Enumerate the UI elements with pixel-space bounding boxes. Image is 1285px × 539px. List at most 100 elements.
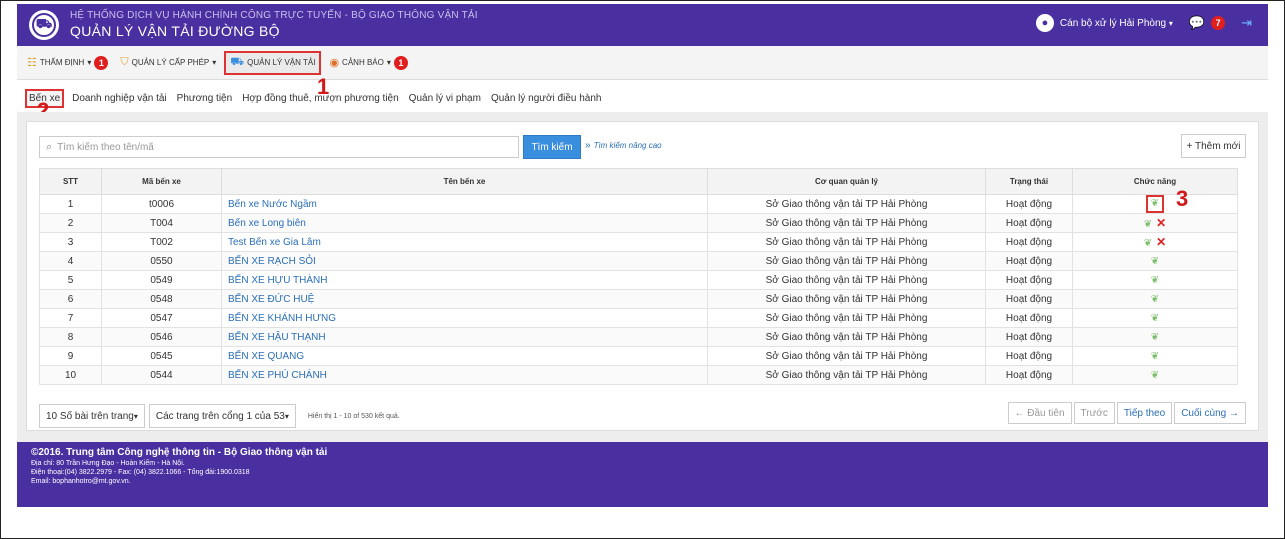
- cell-stt: 4: [39, 251, 102, 271]
- nav-quan-ly-van-tai[interactable]: ⛟ QUẢN LÝ VẬN TẢI: [224, 50, 322, 75]
- cell-stt: 6: [39, 289, 102, 309]
- cell-actions: ❦: [1072, 194, 1238, 214]
- cell-code: T004: [101, 213, 222, 233]
- subnav-vi-pham[interactable]: Quản lý vi phạm: [407, 91, 483, 106]
- bus-station-table: STT Mã bến xe Tên bến xe Cơ quan quản lý…: [39, 168, 1238, 385]
- nav-tham-dinh[interactable]: ☷ THẨM ĐỊNH ▾ 1: [23, 51, 112, 75]
- col-header-status[interactable]: Trạng thái: [985, 168, 1073, 195]
- cell-agency: Sở Giao thông vận tải TP Hải Phòng: [707, 289, 986, 309]
- first-page-button[interactable]: ← Đầu tiên: [1007, 402, 1072, 424]
- footer-address: Địa chỉ: 80 Trần Hưng Đạo - Hoàn Kiếm - …: [31, 460, 185, 467]
- cell-code: t0006: [101, 194, 222, 214]
- nav-badge: 1: [393, 55, 408, 70]
- edit-icon[interactable]: ❦: [1151, 197, 1159, 211]
- pagination-nav: ← Đầu tiên Trước Tiếp theo Cuối cùng →: [1006, 402, 1246, 424]
- cell-agency: Sở Giao thông vận tải TP Hải Phòng: [707, 327, 986, 347]
- table-row: 10 0544 BẾN XE PHÚ CHÁNH Sở Giao thông v…: [39, 365, 1238, 385]
- user-avatar-icon: ●: [1035, 14, 1054, 32]
- delete-icon[interactable]: ✕: [1156, 216, 1166, 230]
- cell-stt: 8: [39, 327, 102, 347]
- table-row: 1 t0006 Bến xe Nước Ngầm Sở Giao thông v…: [39, 194, 1238, 214]
- cell-name-link[interactable]: Test Bến xe Gia Lâm: [221, 232, 708, 252]
- cell-name-link[interactable]: BẾN XE PHÚ CHÁNH: [221, 365, 708, 385]
- app-page: ⛟ HỆ THỐNG DỊCH VỤ HÀNH CHÍNH CÔNG TRỰC …: [17, 4, 1268, 507]
- cell-actions: ❦: [1072, 251, 1238, 271]
- col-header-name[interactable]: Tên bến xe: [221, 168, 708, 195]
- ministry-logo[interactable]: ⛟: [29, 10, 59, 40]
- prev-page-button[interactable]: Trước: [1073, 402, 1115, 424]
- page-number-select[interactable]: Các trang trên cổng 1 của 53 ▾: [148, 404, 296, 428]
- cell-name-link[interactable]: BẾN XE QUANG: [221, 346, 708, 366]
- col-header-agency[interactable]: Cơ quan quản lý: [707, 168, 986, 195]
- footer-email[interactable]: Email: bophanhotro@mt.gov.vn.: [31, 478, 1268, 485]
- chevron-down-icon: ▾: [386, 58, 391, 67]
- cell-actions: ❦: [1072, 346, 1238, 366]
- cell-code: 0545: [101, 346, 222, 366]
- edit-icon[interactable]: ❦: [1151, 370, 1159, 381]
- advanced-search-link[interactable]: » Tìm kiếm nâng cao: [585, 140, 662, 151]
- subnav-phuong-tien[interactable]: Phương tiện: [175, 91, 235, 106]
- edit-icon[interactable]: ❦: [1144, 238, 1152, 249]
- subnav-nguoi-dieu-hanh[interactable]: Quản lý người điều hành: [489, 91, 604, 106]
- cell-stt: 5: [39, 270, 102, 290]
- search-button[interactable]: Tìm kiếm: [523, 135, 581, 159]
- last-page-button[interactable]: Cuối cùng →: [1174, 402, 1246, 424]
- nav-badge: 1: [94, 55, 109, 70]
- edit-icon[interactable]: ❦: [1151, 351, 1159, 362]
- table-row: 6 0548 BẾN XE ĐỨC HUỆ Sở Giao thông vận …: [39, 289, 1238, 309]
- cell-agency: Sở Giao thông vận tải TP Hải Phòng: [707, 232, 986, 252]
- page-size-select[interactable]: 10 Số bài trên trang ▾: [39, 404, 145, 428]
- nav-quan-ly-cap-phep[interactable]: ⛉ QUẢN LÝ CẤP PHÉP ▾: [116, 51, 220, 75]
- cell-name-link[interactable]: BẾN XE ĐỨC HUỆ: [221, 289, 708, 309]
- cell-agency: Sở Giao thông vận tải TP Hải Phòng: [707, 270, 986, 290]
- cell-stt: 1: [39, 194, 102, 214]
- table-header-row: STT Mã bến xe Tên bến xe Cơ quan quản lý…: [39, 168, 1238, 195]
- sub-nav: Bến xe Doanh nghiệp vận tải Phương tiện …: [17, 87, 1268, 109]
- table-row: 2 T004 Bến xe Long biên Sở Giao thông vậ…: [39, 213, 1238, 233]
- cell-status: Hoạt động: [985, 251, 1073, 271]
- edit-icon[interactable]: ❦: [1151, 332, 1159, 343]
- edit-icon[interactable]: ❦: [1151, 275, 1159, 286]
- edit-icon[interactable]: ❦: [1144, 219, 1152, 230]
- delete-icon[interactable]: ✕: [1156, 235, 1166, 249]
- cell-actions: ❦: [1072, 327, 1238, 347]
- cell-code: 0546: [101, 327, 222, 347]
- cell-name-link[interactable]: BẾN XE HẬU THẠNH: [221, 327, 708, 347]
- next-page-button[interactable]: Tiếp theo: [1116, 402, 1173, 424]
- cell-code: 0548: [101, 289, 222, 309]
- cell-name-link[interactable]: BẾN XE HỰU THÀNH: [221, 270, 708, 290]
- subnav-doanh-nghiep[interactable]: Doanh nghiệp vận tải: [70, 91, 169, 106]
- chevron-down-icon: ▾: [212, 58, 217, 67]
- cell-code: 0547: [101, 308, 222, 328]
- edit-icon[interactable]: ❦: [1151, 256, 1159, 267]
- cell-agency: Sở Giao thông vận tải TP Hải Phòng: [707, 308, 986, 328]
- cell-status: Hoạt động: [985, 194, 1073, 214]
- main-nav: ☷ THẨM ĐỊNH ▾ 1 ⛉ QUẢN LÝ CẤP PHÉP ▾ ⛟ Q…: [17, 46, 1268, 80]
- cell-status: Hoạt động: [985, 365, 1073, 385]
- add-new-button[interactable]: + Thêm mới: [1181, 134, 1246, 158]
- cell-name-link[interactable]: BẾN XE KHÁNH HƯNG: [221, 308, 708, 328]
- col-header-stt[interactable]: STT: [39, 168, 102, 195]
- cell-stt: 10: [39, 365, 102, 385]
- col-header-code[interactable]: Mã bến xe: [101, 168, 222, 195]
- chat-icon[interactable]: 💬: [1189, 15, 1205, 31]
- search-icon: ⌕: [46, 140, 53, 153]
- search-box: ⌕: [39, 136, 519, 158]
- edit-icon[interactable]: ❦: [1151, 313, 1159, 324]
- user-menu[interactable]: Cán bộ xử lý Hải Phòng ▾: [1060, 18, 1173, 29]
- cell-status: Hoạt động: [985, 213, 1073, 233]
- table-row: 5 0549 BẾN XE HỰU THÀNH Sở Giao thông vậ…: [39, 270, 1238, 290]
- cell-name-link[interactable]: Bến xe Nước Ngầm: [221, 194, 708, 214]
- logout-icon[interactable]: ⇥: [1241, 15, 1252, 31]
- cell-status: Hoạt động: [985, 270, 1073, 290]
- cell-status: Hoạt động: [985, 308, 1073, 328]
- cell-agency: Sở Giao thông vận tải TP Hải Phòng: [707, 194, 986, 214]
- cell-name-link[interactable]: BẾN XE RẠCH SỎI: [221, 251, 708, 271]
- cell-name-link[interactable]: Bến xe Long biên: [221, 213, 708, 233]
- edit-icon[interactable]: ❦: [1151, 294, 1159, 305]
- search-input[interactable]: [57, 141, 498, 153]
- subnav-hop-dong[interactable]: Hợp đồng thuê, mượn phương tiện: [240, 91, 400, 106]
- cell-actions: ❦: [1072, 289, 1238, 309]
- cell-actions: ❦: [1072, 308, 1238, 328]
- nav-canh-bao[interactable]: ◉ CẢNH BÁO ▾ 1: [325, 51, 411, 75]
